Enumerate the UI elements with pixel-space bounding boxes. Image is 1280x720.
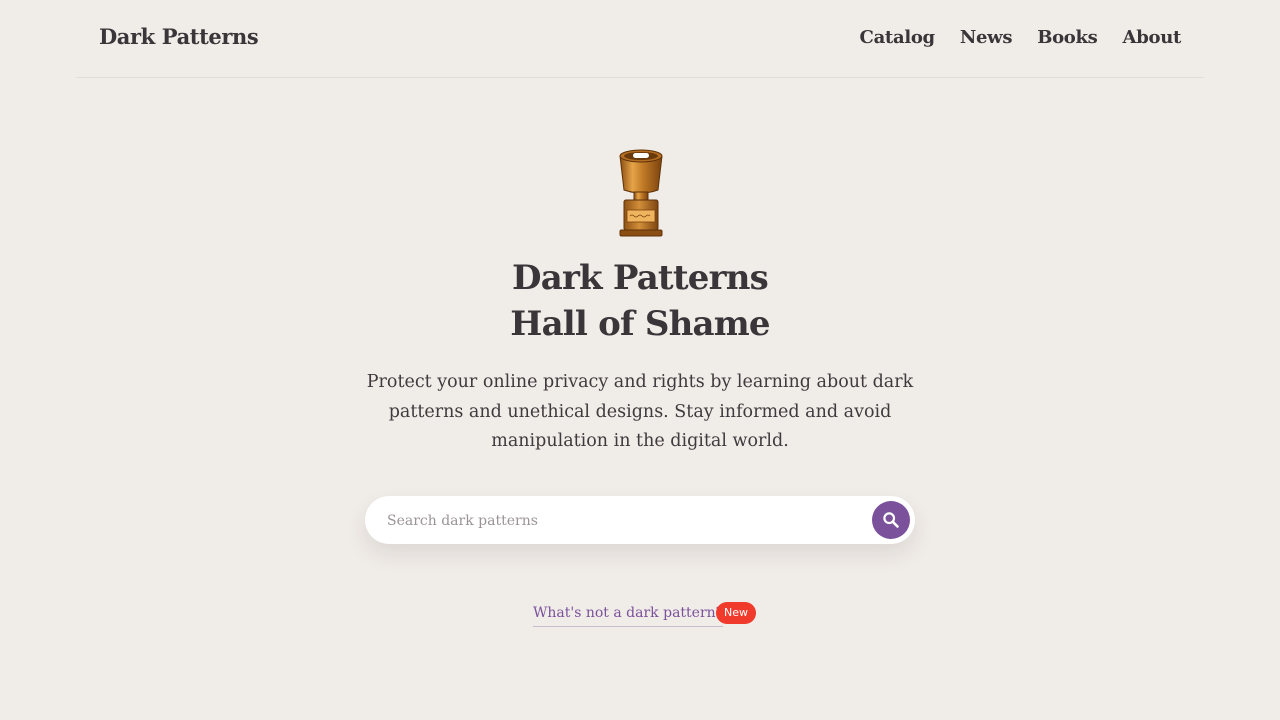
new-badge: New — [716, 602, 756, 624]
site-header: Dark Patterns Catalog News Books About — [76, 0, 1204, 78]
page-title-line-1: Dark Patterns — [512, 258, 769, 298]
trophy-icon — [612, 146, 670, 238]
not-dark-pattern-link[interactable]: What's not a dark pattern? — [533, 604, 724, 627]
search-bar — [365, 496, 915, 544]
nav-about[interactable]: About — [1123, 27, 1182, 48]
page-title: Dark Patterns Hall of Shame — [340, 255, 940, 347]
site-logo[interactable]: Dark Patterns — [99, 24, 259, 49]
search-button[interactable] — [872, 501, 910, 539]
hero-description: Protect your online privacy and rights b… — [366, 372, 914, 451]
search-input[interactable] — [385, 508, 859, 534]
nav-news[interactable]: News — [960, 27, 1013, 48]
page-title-line-2: Hall of Shame — [510, 304, 770, 344]
nav-catalog[interactable]: Catalog — [860, 27, 936, 48]
nav-books[interactable]: Books — [1037, 27, 1098, 48]
main-nav: Catalog News Books About — [860, 27, 1182, 48]
